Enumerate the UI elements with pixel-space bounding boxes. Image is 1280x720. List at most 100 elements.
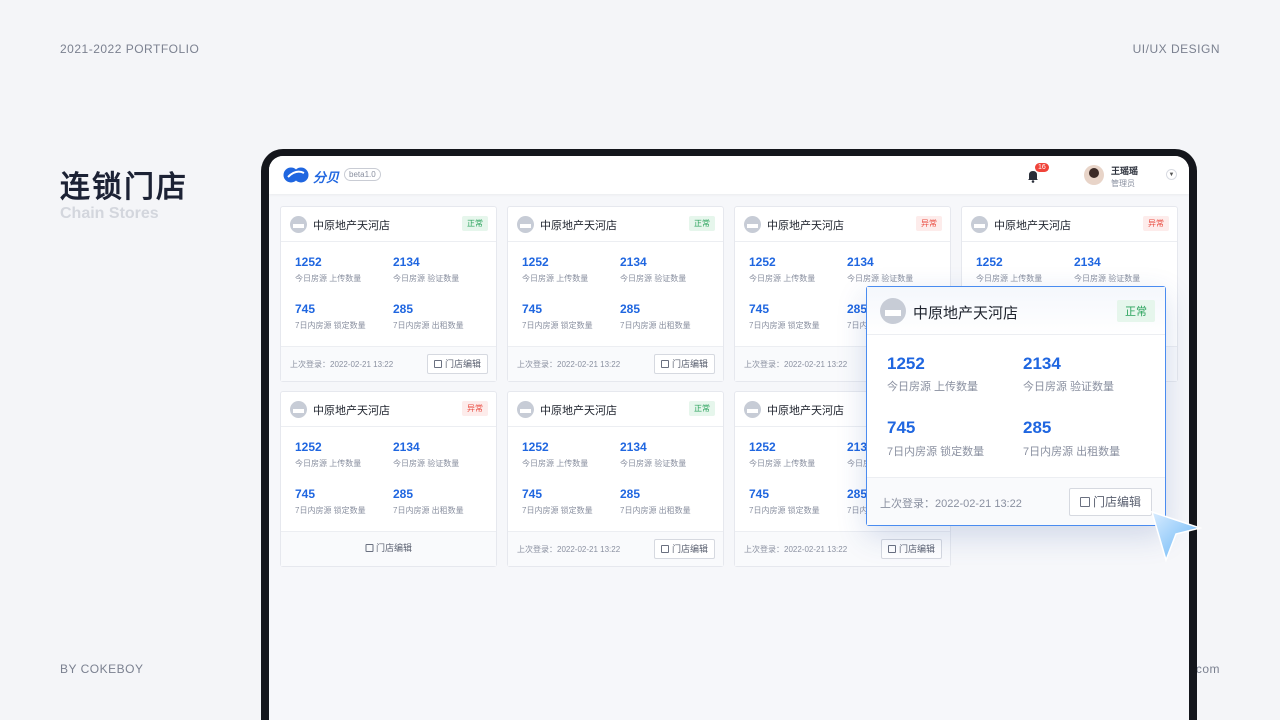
stat-verify-value: 2134 — [1074, 255, 1101, 269]
card-header: 中原地产天河店 正常 — [281, 207, 496, 242]
stat-upload-value: 1252 — [522, 440, 549, 454]
store-edit-label: 门店编辑 — [1092, 495, 1141, 509]
stat-rent-value: 285 — [1023, 418, 1052, 437]
stat-verify-label: 今日房源 验证数量 — [393, 459, 460, 468]
stat-lock-label: 7日内房源 锁定数量 — [749, 506, 820, 515]
card-header: 中原地产天河店 异常 — [962, 207, 1177, 242]
store-edit-button[interactable]: 门店编辑 — [880, 539, 942, 559]
edit-icon — [1079, 497, 1090, 507]
stat-verify-value: 2134 — [1023, 354, 1061, 373]
stat-upload-label: 今日房源 上传数量 — [295, 459, 362, 468]
stat-upload-value: 1252 — [887, 354, 925, 373]
stat-upload-value: 1252 — [749, 255, 776, 269]
stat-rent-label: 7日内房源 出租数量 — [393, 506, 464, 515]
stat-verify-label: 今日房源 验证数量 — [620, 274, 687, 283]
store-avatar-icon — [517, 216, 534, 233]
card-header: 中原地产天河店 正常 — [867, 287, 1165, 335]
stat-lock-label: 7日内房源 锁定数量 — [887, 446, 985, 458]
store-name: 中原地产天河店 — [313, 405, 390, 417]
site-suffix: com — [1195, 662, 1220, 676]
card-footer: 门店编辑 — [281, 531, 496, 566]
edit-icon — [364, 544, 373, 552]
stat-lock-label: 7日内房源 锁定数量 — [522, 506, 593, 515]
card-header: 中原地产天河店 异常 — [281, 392, 496, 427]
cursor-arrow-icon — [1150, 510, 1202, 563]
stat-upload-label: 今日房源 上传数量 — [749, 274, 816, 283]
stat-verify-label: 今日房源 验证数量 — [393, 274, 460, 283]
store-edit-button[interactable]: 门店编辑 — [653, 539, 715, 559]
store-avatar-icon — [744, 401, 761, 418]
stat-lock-label: 7日内房源 锁定数量 — [522, 321, 593, 330]
stat-upload-label: 今日房源 上传数量 — [976, 274, 1043, 283]
card-footer: 上次登录：2022-02-21 13:22 门店编辑 — [735, 531, 950, 566]
edit-icon — [887, 545, 896, 553]
stat-upload-value: 1252 — [295, 440, 322, 454]
status-badge: 正常 — [689, 401, 715, 416]
store-edit-button[interactable]: 门店编辑 — [1068, 488, 1152, 516]
card-header: 中原地产天河店 正常 — [508, 207, 723, 242]
stat-upload-value: 1252 — [976, 255, 1003, 269]
avatar[interactable] — [1084, 165, 1104, 185]
last-login: 上次登录：2022-02-21 13:22 — [517, 360, 621, 369]
card-header: 中原地产天河店 正常 — [508, 392, 723, 427]
stat-rent-label: 7日内房源 出租数量 — [393, 321, 464, 330]
store-card[interactable]: 中原地产天河店 正常 1252 今日房源 上传数量 2134 今日房源 验证数量 745 7日… — [507, 206, 724, 382]
store-avatar-icon — [880, 298, 906, 324]
last-login: 上次登录：2022-02-21 13:22 — [744, 360, 848, 369]
stat-upload-value: 1252 — [749, 440, 776, 454]
stat-lock-value: 745 — [522, 302, 543, 316]
stat-rent-label: 7日内房源 出租数量 — [1023, 446, 1121, 458]
edit-icon — [660, 360, 669, 368]
store-avatar-icon — [290, 216, 307, 233]
author-credit: BY COKEBOY — [60, 662, 144, 676]
card-footer: 上次登录：2022-02-21 13:22 门店编辑 — [281, 346, 496, 381]
store-edit-label: 门店编辑 — [444, 359, 481, 369]
user-role: 管理员 — [1111, 179, 1135, 188]
stat-rent-value: 285 — [620, 487, 641, 501]
store-avatar-icon — [290, 401, 307, 418]
store-name: 中原地产天河店 — [767, 220, 844, 232]
store-name: 中原地产天河店 — [540, 220, 617, 232]
stat-rent-value: 285 — [847, 302, 868, 316]
stat-verify-label: 今日房源 验证数量 — [1023, 381, 1115, 393]
notification-count: 16 — [1035, 163, 1049, 172]
store-card[interactable]: 中原地产天河店 正常 1252 今日房源 上传数量 2134 今日房源 验证数量 745 7日… — [280, 206, 497, 382]
store-edit-button[interactable]: 门店编辑 — [426, 354, 488, 374]
edit-icon — [660, 545, 669, 553]
status-badge: 异常 — [1143, 216, 1169, 231]
status-badge: 正常 — [689, 216, 715, 231]
store-name: 中原地产天河店 — [313, 220, 390, 232]
top-bar: 分贝 beta1.0 16 王瑶瑶 管理员 ▼ — [269, 156, 1189, 194]
store-edit-label: 门店编辑 — [375, 543, 413, 553]
store-card[interactable]: 中原地产天河店 正常 1252 今日房源 上传数量 2134 今日房源 验证数量 745 7日… — [507, 391, 724, 567]
store-name: 中原地产天河店 — [913, 305, 1019, 322]
stat-verify-value: 2134 — [847, 255, 874, 269]
stat-verify-value: 2134 — [620, 255, 647, 269]
store-name: 中原地产天河店 — [994, 220, 1071, 232]
store-edit-label: 门店编辑 — [898, 544, 935, 554]
status-badge: 异常 — [916, 216, 942, 231]
card-footer: 上次登录：2022-02-21 13:22 门店编辑 — [867, 477, 1165, 525]
stat-verify-label: 今日房源 验证数量 — [620, 459, 687, 468]
store-edit-button[interactable]: 门店编辑 — [653, 354, 715, 374]
stat-lock-label: 7日内房源 锁定数量 — [295, 506, 366, 515]
chevron-down-icon[interactable]: ▼ — [1166, 169, 1177, 180]
stat-rent-value: 285 — [393, 302, 414, 316]
store-edit-button[interactable]: 门店编辑 — [359, 539, 418, 559]
stat-rent-label: 7日内房源 出租数量 — [620, 506, 691, 515]
store-card-hover[interactable]: 中原地产天河店 正常 1252 今日房源 上传数量 2134 今日房源 验证数量… — [866, 286, 1166, 526]
stat-verify-value: 2134 — [620, 440, 647, 454]
stat-lock-value: 745 — [749, 487, 770, 501]
store-edit-label: 门店编辑 — [671, 359, 708, 369]
store-card[interactable]: 中原地产天河店 异常 1252 今日房源 上传数量 2134 今日房源 验证数量 745 7日… — [280, 391, 497, 567]
stat-lock-value: 745 — [522, 487, 543, 501]
status-badge: 异常 — [462, 401, 488, 416]
design-category: UI/UX DESIGN — [1132, 42, 1220, 56]
store-avatar-icon — [971, 216, 988, 233]
user-name[interactable]: 王瑶瑶 — [1111, 164, 1138, 177]
stat-verify-value: 2134 — [393, 255, 420, 269]
last-login: 上次登录：2022-02-21 13:22 — [880, 498, 1022, 510]
logo-icon — [283, 167, 309, 183]
stat-rent-value: 285 — [847, 487, 868, 501]
store-name: 中原地产天河店 — [540, 405, 617, 417]
